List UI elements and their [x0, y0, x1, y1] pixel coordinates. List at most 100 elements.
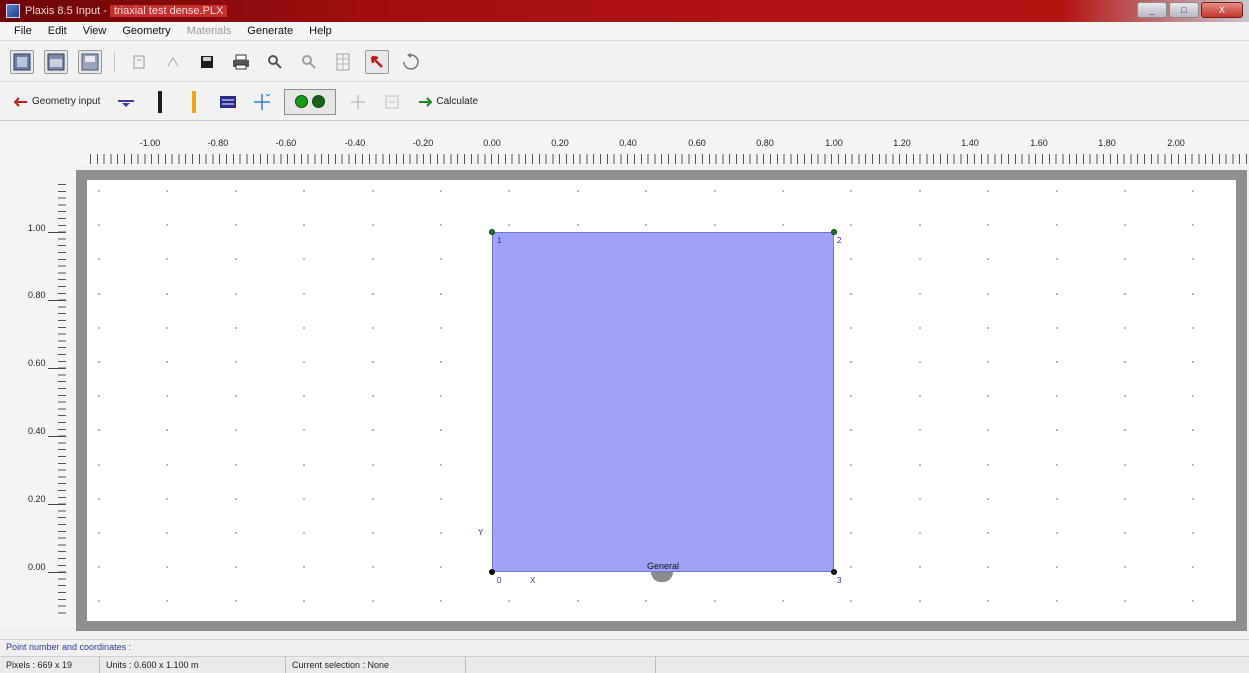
ruler-label: 1.20	[893, 138, 911, 148]
status-panel	[466, 657, 656, 673]
close-button[interactable]: X	[1201, 2, 1243, 18]
grid-point	[1124, 498, 1126, 500]
grid-point	[850, 395, 852, 397]
point-number: 2	[837, 236, 842, 245]
grid-point	[372, 258, 374, 260]
grid-point	[235, 464, 237, 466]
geometry-point-1[interactable]	[489, 229, 495, 235]
grid-point	[1056, 395, 1058, 397]
grid-point	[850, 190, 852, 192]
grid-point	[1192, 532, 1194, 534]
vertical-ruler: 1.00 0.80 0.60 0.40 0.20 0.00	[0, 166, 76, 628]
menu-geometry[interactable]: Geometry	[114, 25, 178, 37]
grid-point	[372, 464, 374, 466]
grid-point	[1124, 361, 1126, 363]
maximize-button[interactable]: □	[1169, 2, 1199, 18]
geometry-point-2[interactable]	[831, 229, 837, 235]
grid-point	[166, 190, 168, 192]
grid-point	[577, 190, 579, 192]
grid-point	[1056, 293, 1058, 295]
arrow-left-icon	[14, 96, 27, 107]
ruler-label: 2.00	[1167, 138, 1185, 148]
menu-file[interactable]: File	[6, 25, 40, 37]
grid-point	[98, 429, 100, 431]
ruler-ticks	[58, 184, 66, 618]
selection-button[interactable]	[365, 49, 389, 74]
tunnel-button[interactable]	[346, 90, 370, 114]
point-number: 1	[497, 236, 502, 245]
geogrid-icon	[192, 90, 197, 113]
soil-cluster[interactable]	[492, 232, 834, 572]
calculate-button[interactable]: Calculate	[414, 96, 482, 107]
grid-point	[782, 190, 784, 192]
grid-point	[714, 190, 716, 192]
geometry-point-0[interactable]	[489, 569, 495, 575]
interface-icon	[220, 95, 237, 108]
grid-point	[850, 600, 852, 602]
menu-materials[interactable]: Materials	[179, 25, 240, 37]
open-project-button[interactable]	[44, 49, 68, 74]
green-circle-icon	[295, 95, 309, 108]
fixities-icon	[385, 95, 399, 108]
zoom-out-button[interactable]	[297, 50, 321, 74]
undo-button[interactable]	[127, 50, 151, 74]
grid-point	[919, 224, 921, 226]
fixed-end-anchor-toggle[interactable]	[284, 88, 337, 115]
geometry-toolbar: Geometry input Calculate	[0, 83, 1249, 121]
anchor-button[interactable]	[250, 90, 274, 114]
grid-point	[440, 258, 442, 260]
interface-button[interactable]	[216, 90, 240, 114]
table-icon	[336, 53, 350, 70]
minimize-button[interactable]: _	[1137, 2, 1167, 18]
menu-edit[interactable]: Edit	[40, 25, 75, 37]
grid-point	[440, 361, 442, 363]
zoom-out-icon	[302, 54, 316, 69]
grid-point	[235, 498, 237, 500]
grid-point	[1192, 395, 1194, 397]
grid-point	[98, 327, 100, 329]
menu-view[interactable]: View	[75, 25, 115, 37]
rotate-button[interactable]	[399, 50, 423, 74]
new-project-button[interactable]	[10, 49, 34, 74]
save-project-button[interactable]	[78, 49, 102, 74]
table-button[interactable]	[331, 50, 355, 74]
grid-point	[850, 361, 852, 363]
grid-point	[919, 395, 921, 397]
status-selection: Current selection : None	[286, 657, 466, 673]
grid-point	[1056, 566, 1058, 568]
grid-point	[440, 464, 442, 466]
zoom-in-button[interactable]	[263, 50, 287, 74]
print-button[interactable]	[229, 50, 253, 74]
ruler-label: 0.00	[483, 138, 501, 148]
grid-point	[235, 258, 237, 260]
grid-point	[987, 327, 989, 329]
menu-bar: File Edit View Geometry Materials Genera…	[0, 22, 1249, 41]
grid-point	[1124, 566, 1126, 568]
menu-help[interactable]: Help	[301, 25, 340, 37]
standard-fixities-button[interactable]	[380, 90, 404, 114]
grid-point	[372, 600, 374, 602]
geometry-line-button[interactable]	[114, 90, 138, 114]
grid-point	[98, 395, 100, 397]
grid-point	[850, 566, 852, 568]
menu-generate[interactable]: Generate	[239, 25, 301, 37]
grid-point	[850, 258, 852, 260]
grid-point	[1056, 258, 1058, 260]
ruler-label: -0.80	[207, 138, 229, 148]
grid-point	[1192, 361, 1194, 363]
geogrid-button[interactable]	[182, 90, 206, 114]
save-icon	[201, 55, 213, 68]
ruler-label: 0.60	[28, 358, 46, 368]
plate-button[interactable]	[148, 90, 172, 114]
grid-point	[372, 327, 374, 329]
redo-button[interactable]	[161, 50, 185, 74]
ruler-label: 0.20	[551, 138, 569, 148]
zoom-in-icon	[268, 54, 282, 69]
grid-point	[987, 429, 989, 431]
grid-point	[440, 224, 442, 226]
grid-point	[372, 498, 374, 500]
save-button[interactable]	[195, 50, 219, 74]
geometry-point-3[interactable]	[831, 569, 837, 575]
geometry-input-button[interactable]: Geometry input	[10, 96, 104, 107]
grid-point	[303, 532, 305, 534]
